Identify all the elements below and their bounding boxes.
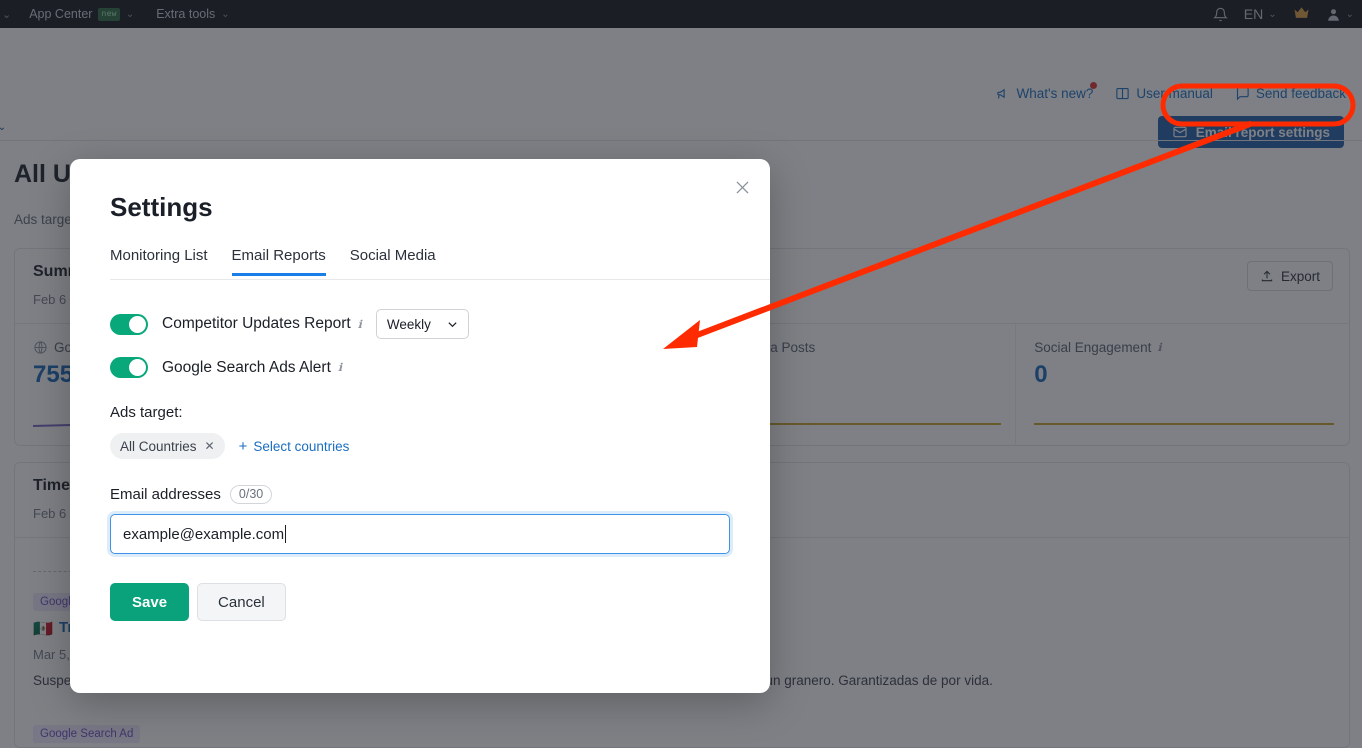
text-cursor [285, 525, 287, 543]
screen-root: ⌄ App Center new ⌄ Extra tools ⌄ [0, 0, 1362, 748]
tabs-divider [110, 279, 770, 280]
plus-icon: + [238, 437, 248, 455]
email-addresses-label: Email addresses [110, 486, 221, 503]
settings-modal: Settings Monitoring List Email Reports S… [70, 159, 770, 693]
select-countries-link[interactable]: + Select countries [239, 438, 350, 455]
tab-email-reports[interactable]: Email Reports [231, 247, 326, 276]
modal-actions: Save Cancel [110, 583, 730, 621]
email-addresses-label-wrap: Email addresses 0/30 [110, 485, 730, 504]
tab-social-media[interactable]: Social Media [350, 247, 436, 276]
email-input-value: example@example.com [123, 525, 285, 543]
modal-body: Competitor Updates Report ℹ Weekly Googl… [110, 309, 730, 621]
modal-title: Settings [110, 192, 213, 222]
email-addresses-input[interactable]: example@example.com [110, 514, 730, 554]
competitor-updates-label: Competitor Updates Report [162, 315, 351, 332]
tag-label: All Countries [120, 438, 197, 454]
email-counter: 0/30 [229, 485, 273, 504]
google-ads-alert-label: Google Search Ads Alert [162, 358, 331, 376]
competitor-updates-row: Competitor Updates Report ℹ Weekly [110, 309, 730, 339]
frequency-select[interactable]: Weekly [375, 309, 469, 339]
ads-target-label: Ads target: [110, 404, 183, 421]
cancel-button[interactable]: Cancel [197, 583, 286, 621]
save-button[interactable]: Save [110, 583, 190, 621]
google-ads-alert-toggle[interactable] [110, 357, 148, 378]
ads-target-tags: All Countries ✕ + Select countries [110, 433, 730, 459]
info-icon[interactable]: ℹ [358, 318, 362, 331]
close-icon[interactable]: ✕ [205, 439, 215, 453]
tab-monitoring-list[interactable]: Monitoring List [110, 247, 208, 276]
country-tag-all-countries[interactable]: All Countries ✕ [110, 433, 225, 459]
modal-tabs: Monitoring List Email Reports Social Med… [110, 247, 770, 276]
close-icon[interactable] [728, 173, 756, 201]
info-icon[interactable]: ℹ [338, 361, 342, 374]
google-ads-alert-row: Google Search Ads Alert ℹ [110, 357, 730, 378]
competitor-updates-label-wrap: Competitor Updates Report ℹ [162, 315, 362, 333]
link-label: Select countries [253, 438, 350, 454]
google-ads-alert-label-wrap: Google Search Ads Alert ℹ [162, 359, 342, 377]
frequency-value: Weekly [386, 316, 431, 332]
competitor-updates-toggle[interactable] [110, 313, 148, 335]
chevron-down-icon [448, 321, 457, 327]
